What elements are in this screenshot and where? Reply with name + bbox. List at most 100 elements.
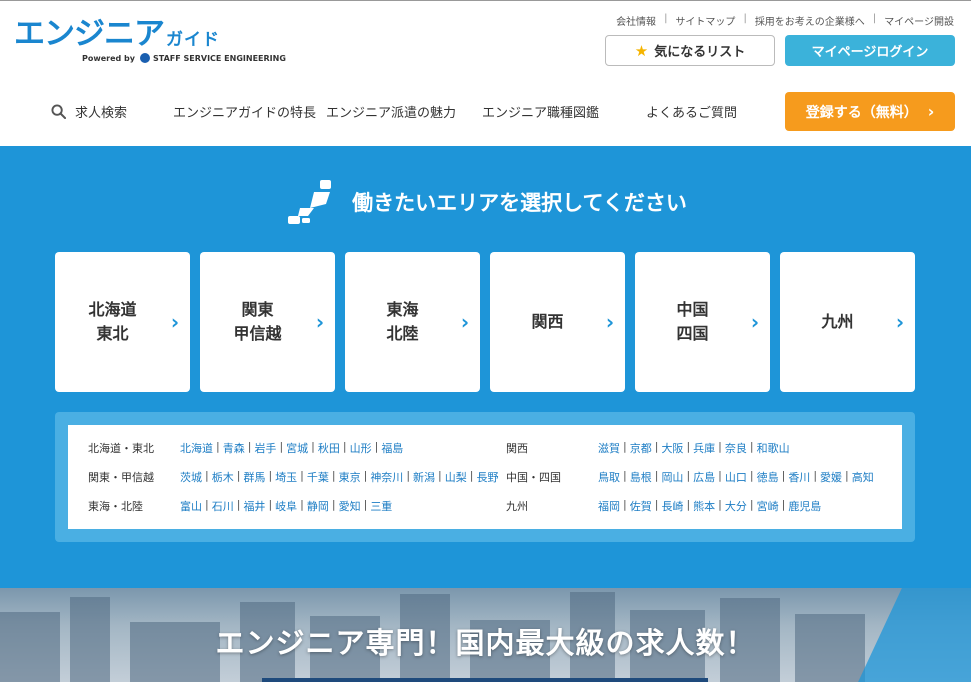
favorites-list-button[interactable]: ★ 気になるリスト	[605, 35, 775, 66]
japan-map-icon	[288, 180, 332, 224]
pref-link[interactable]: 岡山	[658, 469, 686, 485]
pref-link[interactable]: 熊本	[690, 498, 718, 514]
mypage-login-button[interactable]: マイページログイン	[785, 35, 955, 66]
pref-link[interactable]: 東京	[336, 469, 364, 485]
pref-link[interactable]: 神奈川	[367, 469, 406, 485]
pref-link[interactable]: 佐賀	[627, 498, 655, 514]
pref-link[interactable]: 千葉	[304, 469, 332, 485]
pref-link[interactable]: 岐阜	[272, 498, 300, 514]
area-title-text: 働きたいエリアを選択してください	[352, 191, 687, 215]
pref-link[interactable]: 福岡	[598, 498, 623, 514]
region-card-kansai[interactable]: 関西 ›	[490, 252, 625, 392]
pref-link[interactable]: 愛知	[336, 498, 364, 514]
login-label: マイページログイン	[811, 45, 929, 60]
nav-job-search[interactable]: 求人検索	[51, 91, 127, 131]
region-name: 北海道 東北	[55, 298, 160, 346]
pref-link[interactable]: 秋田	[315, 440, 343, 456]
util-link-company[interactable]: 会社情報	[608, 13, 664, 28]
pref-links: 鳥取 | 島根 | 岡山 | 広島 | 山口 | 徳島 | 香川 | 愛媛 | 高知	[598, 469, 877, 485]
pref-link[interactable]: 大分	[722, 498, 750, 514]
pref-link[interactable]: 北海道	[180, 440, 216, 456]
logo-main-text: エンジニア	[14, 16, 165, 52]
util-link-mypage-open[interactable]: マイページ開設	[876, 13, 954, 28]
util-link-recruiters[interactable]: 採用をお考えの企業様へ	[747, 13, 873, 28]
pref-link[interactable]: 鹿児島	[785, 498, 824, 514]
pref-link[interactable]: 島根	[627, 469, 655, 485]
pref-link[interactable]: 徳島	[754, 469, 782, 485]
chevron-right-icon: ›	[460, 310, 470, 334]
nav-job-search-label: 求人検索	[75, 105, 128, 121]
pref-link[interactable]: 茨城	[180, 469, 205, 485]
nav-features[interactable]: エンジニアガイドの特長	[173, 91, 316, 131]
pref-link[interactable]: 三重	[367, 498, 395, 514]
pref-link[interactable]: 長崎	[658, 498, 686, 514]
region-card-kyushu[interactable]: 九州 ›	[780, 252, 915, 392]
pref-link[interactable]: 青森	[220, 440, 248, 456]
pref-link[interactable]: 香川	[785, 469, 813, 485]
region-name-line1: 九州	[821, 312, 854, 331]
register-free-button[interactable]: 登録する（無料） ›	[785, 92, 955, 131]
nav-dispatch-appeal[interactable]: エンジニア派遣の魅力	[326, 91, 456, 131]
pref-link[interactable]: 広島	[690, 469, 718, 485]
logo-powered-text: Powered by	[82, 53, 135, 63]
pref-link[interactable]: 新潟	[410, 469, 438, 485]
pref-link[interactable]: 山口	[722, 469, 750, 485]
region-name: 九州	[780, 310, 885, 334]
chevron-right-icon: ›	[927, 102, 935, 121]
favorites-label: 気になるリスト	[654, 45, 746, 60]
pref-link[interactable]: 山梨	[442, 469, 470, 485]
pref-link[interactable]: 宮崎	[754, 498, 782, 514]
register-label: 登録する（無料）	[805, 104, 918, 121]
pref-link[interactable]: 滋賀	[598, 440, 623, 456]
pref-link[interactable]: 高知	[849, 469, 877, 485]
nav-job-types[interactable]: エンジニア職種図鑑	[482, 91, 599, 131]
pref-link[interactable]: 群馬	[240, 469, 268, 485]
pref-group-chugoku-shikoku: 中国・四国 鳥取 | 島根 | 岡山 | 広島 | 山口 | 徳島 | 香川 | 愛媛 | 高知	[506, 469, 877, 485]
region-card-tokai-hokuriku[interactable]: 東海 北陸 ›	[345, 252, 480, 392]
region-name: 中国 四国	[635, 298, 740, 346]
pref-link[interactable]: 福島	[378, 440, 406, 456]
pref-group-label: 北海道・東北	[88, 442, 154, 455]
nav-dispatch-label: エンジニア派遣の魅力	[326, 105, 457, 121]
pref-link[interactable]: 石川	[209, 498, 237, 514]
pref-link[interactable]: 山形	[347, 440, 375, 456]
pref-link[interactable]: 栃木	[209, 469, 237, 485]
pref-group-hokkaido-tohoku: 北海道・東北 北海道 | 青森 | 岩手 | 宮城 | 秋田 | 山形 | 福島	[88, 440, 406, 456]
pref-link[interactable]: 兵庫	[690, 440, 718, 456]
pref-link[interactable]: 京都	[627, 440, 655, 456]
nav-job-types-label: エンジニア職種図鑑	[482, 105, 600, 121]
pref-link[interactable]: 大阪	[658, 440, 686, 456]
region-card-kanto-koshinetsu[interactable]: 関東 甲信越 ›	[200, 252, 335, 392]
region-card-chugoku-shikoku[interactable]: 中国 四国 ›	[635, 252, 770, 392]
util-link-sitemap[interactable]: サイトマップ	[667, 13, 743, 28]
pref-link[interactable]: 静岡	[304, 498, 332, 514]
pref-link[interactable]: 長野	[473, 469, 501, 485]
pref-link[interactable]: 福井	[240, 498, 268, 514]
utility-links: 会社情報 | サイトマップ | 採用をお考えの企業様へ | マイページ開設	[608, 13, 954, 28]
logo-small-text: ガイド	[166, 30, 220, 50]
site-header: エンジニア ガイド Powered by STAFF SERVICE ENGIN…	[0, 0, 971, 146]
logo-wordmark: エンジニア ガイド	[14, 17, 270, 51]
pref-links: 茨城 | 栃木 | 群馬 | 埼玉 | 千葉 | 東京 | 神奈川 | 新潟 | 山梨 | 長野	[180, 469, 501, 485]
pref-link[interactable]: 埼玉	[272, 469, 300, 485]
pref-link[interactable]: 宮城	[283, 440, 311, 456]
pref-link[interactable]: 愛媛	[817, 469, 845, 485]
hero-cta-edge	[262, 678, 708, 682]
nav-faq[interactable]: よくあるご質問	[646, 91, 737, 131]
nav-faq-label: よくあるご質問	[646, 105, 738, 121]
region-name-line2: 甲信越	[233, 324, 282, 343]
pref-group-kanto-koshinetsu: 関東・甲信越 茨城 | 栃木 | 群馬 | 埼玉 | 千葉 | 東京 | 神奈川 | 新潟 | 山梨 | 長野	[88, 469, 501, 485]
hero-headline: エンジニア専門！国内最大級の求人数！	[215, 626, 756, 660]
logo-powered-by: Powered by STAFF SERVICE ENGINEERING	[82, 53, 286, 63]
chevron-right-icon: ›	[750, 310, 760, 334]
site-logo[interactable]: エンジニア ガイド Powered by STAFF SERVICE ENGIN…	[14, 17, 286, 67]
pref-link[interactable]: 鳥取	[598, 469, 623, 485]
pref-link[interactable]: 和歌山	[754, 440, 793, 456]
pref-link[interactable]: 奈良	[722, 440, 750, 456]
star-icon: ★	[634, 41, 649, 60]
pref-link[interactable]: 岩手	[251, 440, 279, 456]
pref-group-label: 東海・北陸	[88, 500, 143, 513]
region-card-hokkaido-tohoku[interactable]: 北海道 東北 ›	[55, 252, 190, 392]
pref-link[interactable]: 富山	[180, 498, 205, 514]
region-name-line1: 東海	[386, 300, 419, 319]
